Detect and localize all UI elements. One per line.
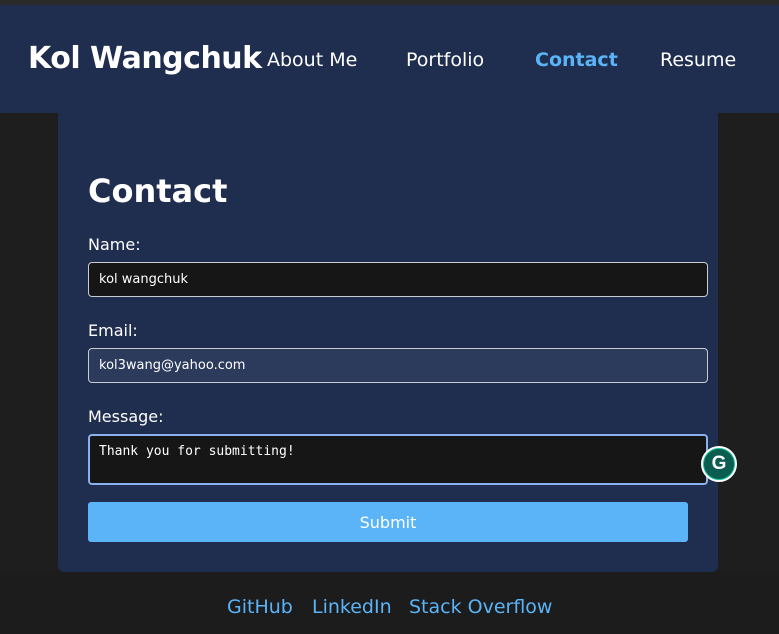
name-input[interactable] (88, 262, 708, 297)
email-label: Email: (88, 321, 138, 340)
footer-link-github[interactable]: GitHub (227, 596, 293, 618)
nav-resume[interactable]: Resume (660, 49, 736, 71)
footer-link-linkedin[interactable]: LinkedIn (312, 596, 392, 618)
nav-contact[interactable]: Contact (535, 49, 618, 71)
page-title: Contact (88, 172, 228, 210)
footer-link-stack-overflow[interactable]: Stack Overflow (409, 596, 552, 618)
nav-about-me[interactable]: About Me (267, 49, 357, 71)
name-label: Name: (88, 235, 141, 254)
email-input[interactable] (88, 348, 708, 383)
grammarly-glyph: G (704, 449, 734, 479)
submit-button[interactable]: Submit (88, 502, 688, 542)
site-footer: GitHub LinkedIn Stack Overflow (0, 572, 779, 634)
message-textarea[interactable]: Thank you for submitting! (88, 434, 708, 485)
site-header: Kol Wangchuk About Me Portfolio Contact … (0, 5, 779, 113)
contact-card: Contact Name: Email: Message: Thank you … (58, 112, 737, 572)
nav-portfolio[interactable]: Portfolio (406, 49, 484, 71)
message-label: Message: (88, 407, 164, 426)
brand-name[interactable]: Kol Wangchuk (28, 41, 262, 76)
grammarly-icon[interactable]: G (701, 446, 737, 482)
